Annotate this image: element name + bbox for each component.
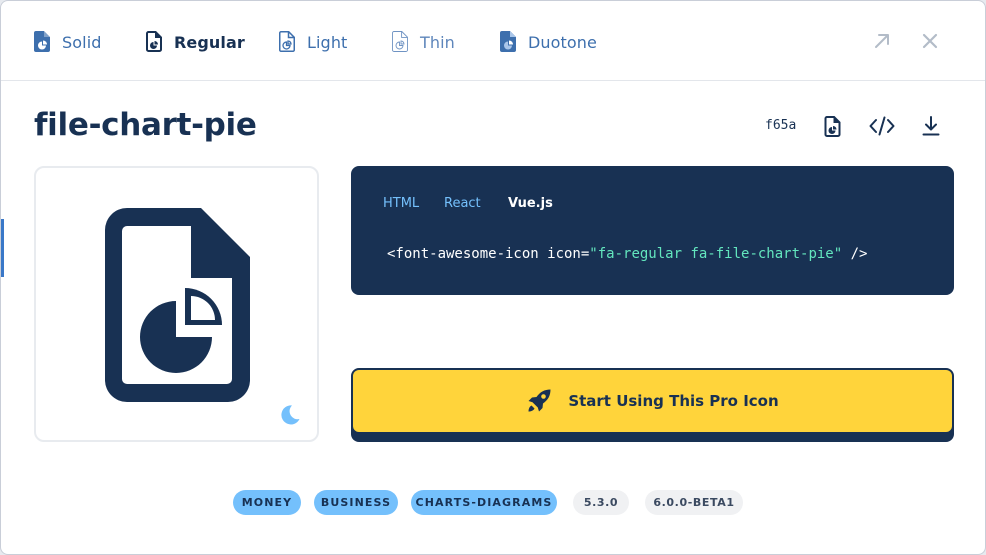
code-tab-vue[interactable]: Vue.js — [508, 196, 553, 211]
file-chart-pie-preview-icon — [105, 208, 250, 402]
tag-category[interactable]: CHARTS-DIAGRAMS — [411, 490, 557, 515]
code-tab-react[interactable]: React — [444, 196, 481, 211]
tab-label: Thin — [420, 32, 455, 52]
tab-thin[interactable]: Thin — [392, 29, 455, 55]
snippet-end: /> — [842, 246, 868, 262]
start-using-pro-icon-button[interactable]: Start Using This Pro Icon — [351, 368, 954, 434]
download-icon — [922, 116, 940, 136]
tab-duotone[interactable]: Duotone — [500, 29, 597, 55]
icon-preview-panel — [34, 166, 319, 442]
file-chart-pie-thin-icon — [392, 31, 410, 53]
file-chart-pie-duotone-icon — [500, 31, 518, 53]
scroll-edge-indicator — [1, 219, 4, 277]
tag-version[interactable]: 6.0.0-BETA1 — [645, 490, 743, 515]
rocket-icon — [528, 389, 551, 412]
tag-category[interactable]: BUSINESS — [314, 490, 398, 515]
close-button[interactable] — [918, 29, 942, 53]
copy-glyph-icon — [824, 115, 840, 137]
tab-label: Duotone — [528, 32, 597, 52]
code-icon — [869, 116, 895, 136]
download-button[interactable] — [916, 111, 946, 141]
tag-category[interactable]: MONEY — [233, 490, 301, 515]
tab-label: Regular — [174, 32, 245, 52]
moon-icon — [281, 405, 300, 425]
tab-regular[interactable]: Regular — [146, 29, 245, 55]
close-icon — [922, 33, 938, 49]
tab-label: Light — [307, 32, 348, 52]
tab-label: Solid — [62, 32, 102, 52]
icon-detail-modal: Solid Regular Light Thin Duotone file-ch… — [0, 0, 986, 555]
tag-version[interactable]: 5.3.0 — [573, 490, 629, 515]
tab-solid[interactable]: Solid — [34, 29, 102, 55]
file-chart-pie-solid-icon — [34, 31, 52, 53]
code-tab-html[interactable]: HTML — [383, 196, 419, 211]
dark-mode-toggle[interactable] — [279, 404, 303, 428]
file-chart-pie-light-icon — [279, 31, 297, 53]
icon-name-title: file-chart-pie — [34, 107, 257, 143]
tab-light[interactable]: Light — [279, 29, 347, 55]
snippet-start: <font-awesome-icon icon= — [387, 246, 590, 262]
open-icon-page-button[interactable] — [870, 29, 894, 53]
file-chart-pie-regular-icon — [146, 31, 164, 53]
copy-glyph-button[interactable] — [817, 111, 847, 141]
code-snippet[interactable]: <font-awesome-icon icon="fa-regular fa-f… — [387, 246, 867, 262]
snippet-value: "fa-regular fa-file-chart-pie" — [589, 246, 843, 262]
copy-code-button[interactable] — [867, 111, 897, 141]
cta-label: Start Using This Pro Icon — [568, 392, 779, 410]
style-tabbar: Solid Regular Light Thin Duotone — [1, 1, 985, 81]
code-snippet-panel: HTML React Vue.js <font-awesome-icon ico… — [351, 166, 954, 295]
arrow-up-right-icon — [875, 34, 889, 48]
unicode-value[interactable]: f65a — [765, 118, 796, 133]
tag-list: MONEY BUSINESS CHARTS-DIAGRAMS 5.3.0 6.0… — [1, 490, 985, 516]
